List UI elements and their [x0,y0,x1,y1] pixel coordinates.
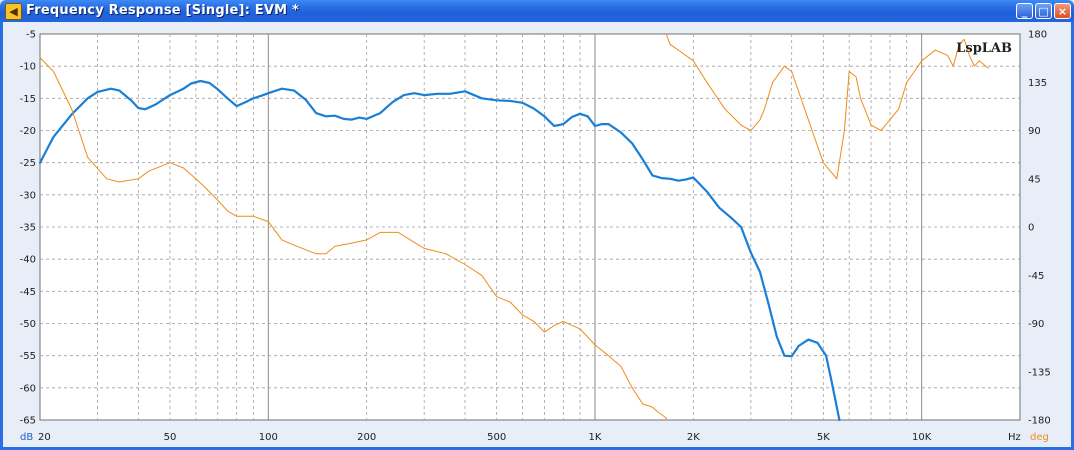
y-right-tick-label: 90 [1028,126,1041,137]
y-left-tick-label: -45 [20,287,36,298]
y-left-tick-label: -35 [20,223,36,234]
plot-area [39,33,1021,421]
y-right-tick-label: -135 [1028,367,1051,378]
y-left-tick-label: -5 [26,30,36,41]
x-tick-label: 1K [589,432,602,443]
y-right-tick-label: 180 [1028,30,1047,41]
close-button[interactable]: × [1054,3,1071,19]
y-left-tick-label: -15 [20,94,36,105]
y-right-unit-label: deg [1030,432,1049,443]
y-right-tick-label: -180 [1028,416,1051,427]
x-tick-label: 2K [687,432,700,443]
y-right-tick-label: -45 [1028,271,1044,282]
y-left-tick-label: -55 [20,351,36,362]
y-right-tick-label: 0 [1028,223,1034,234]
speaker-icon[interactable]: ◀ [5,3,22,20]
watermark-label: LspLAB [956,41,1012,56]
x-tick-label: 50 [164,432,177,443]
y-left-tick-label: -60 [20,383,36,394]
x-tick-label: 20 [38,432,51,443]
x-tick-label: 5K [817,432,830,443]
minimize-button[interactable]: _ [1016,3,1033,19]
x-tick-label: 100 [259,432,278,443]
y-left-tick-label: -25 [20,158,36,169]
y-left-tick-label: -50 [20,319,36,330]
y-left-tick-label: -30 [20,190,36,201]
maximize-icon: □ [1038,5,1049,18]
x-tick-label: 500 [487,432,506,443]
title-bar[interactable]: ◀ Frequency Response [Single]: EVM * _ □… [0,0,1074,22]
y-left-tick-label: -20 [20,126,36,137]
y-left-tick-label: -40 [20,255,36,266]
y-left-unit-label: dB [20,432,33,443]
y-left-tick-label: -10 [20,62,36,73]
y-left-tick-label: -65 [20,416,36,427]
x-unit-label: Hz [1008,432,1021,443]
y-right-tick-label: 135 [1028,78,1047,89]
window-title: Frequency Response [Single]: EVM * [26,3,300,18]
y-right-tick-label: 45 [1028,174,1041,185]
frequency-response-chart[interactable]: -5 -10 -15 -20 -25 -30 -35 -40 -45 -50 -55 -60 -65 18… [0,22,1074,450]
x-tick-label: 200 [357,432,376,443]
minimize-icon: _ [1021,5,1028,18]
maximize-button[interactable]: □ [1035,3,1052,19]
close-icon: × [1057,5,1068,18]
y-right-tick-label: -90 [1028,319,1044,330]
x-tick-label: 10K [912,432,932,443]
